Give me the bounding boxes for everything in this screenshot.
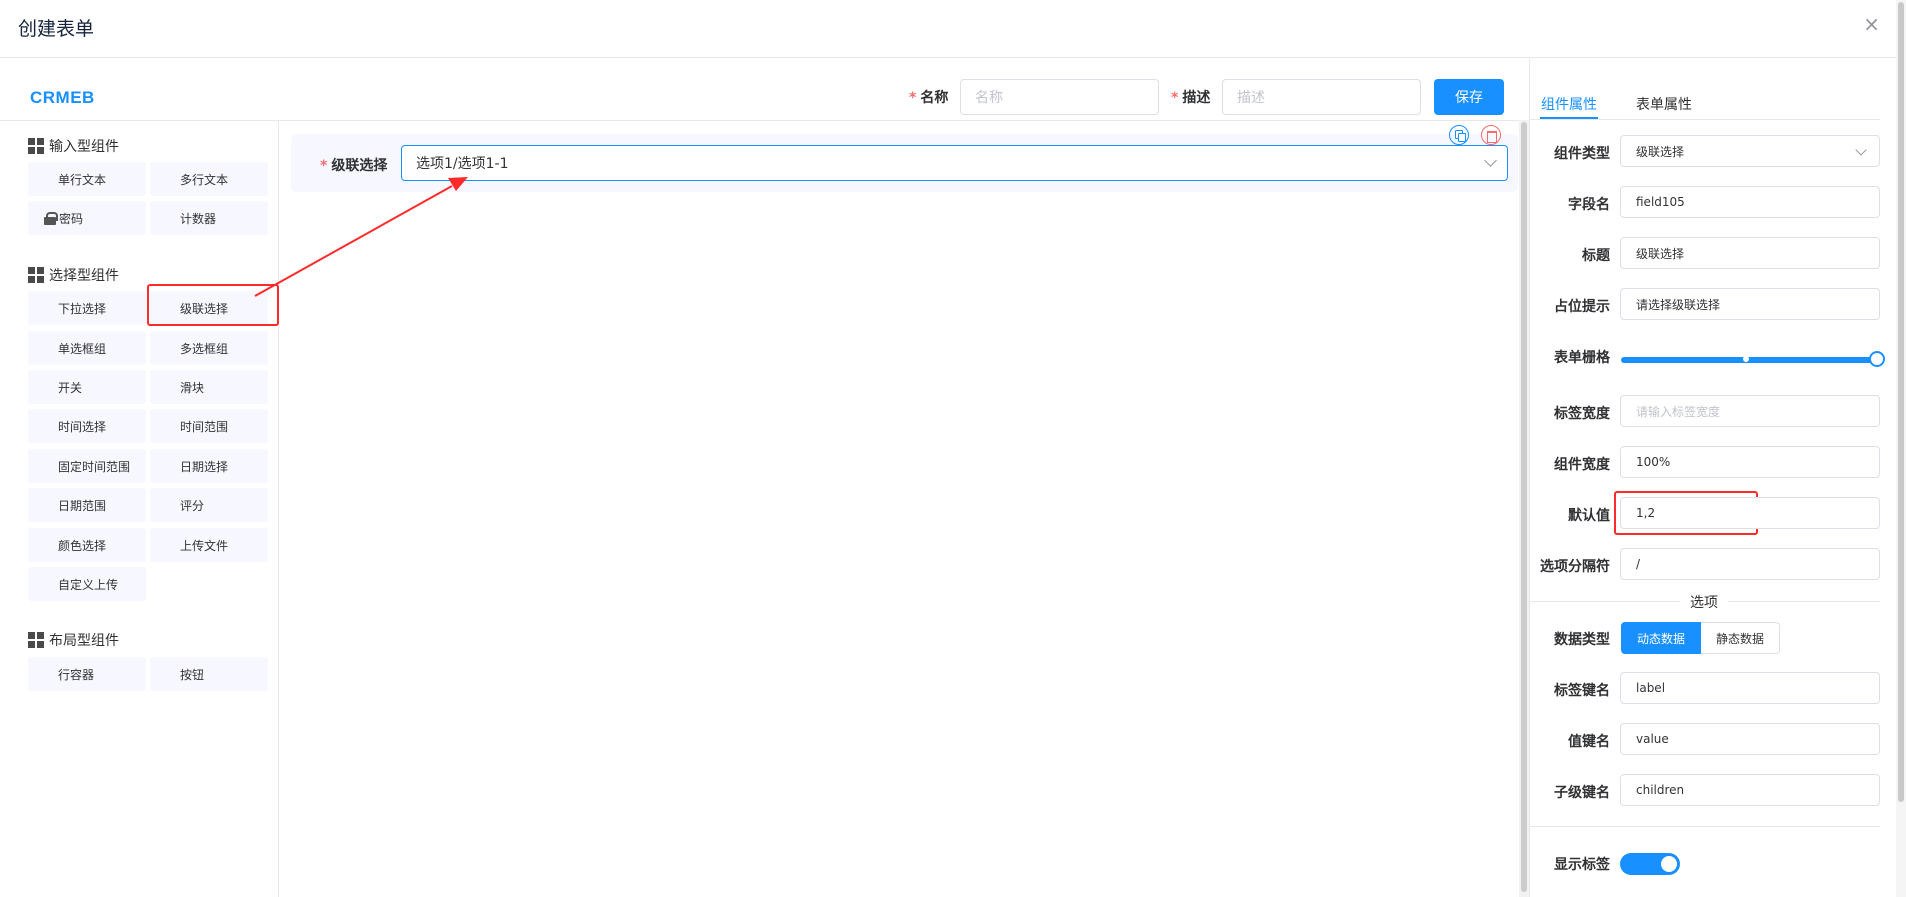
grid-slider-stop — [1743, 356, 1749, 362]
comp-rate[interactable]: 评分 — [150, 488, 268, 522]
name-label: * 名称 — [909, 87, 948, 107]
comp-radio-group[interactable]: 单选框组 — [28, 331, 146, 365]
page-scrollbar[interactable] — [1896, 0, 1906, 897]
prop-label-show-label: 显示标签 — [1554, 857, 1610, 873]
group-title-layout: 布局型组件 — [28, 630, 119, 650]
grid-icon — [28, 631, 45, 649]
comp-custom-upload[interactable]: 自定义上传 — [28, 567, 146, 601]
prop-label-children-key: 子级键名 — [1554, 785, 1610, 801]
prop-label-title: 标题 — [1582, 248, 1610, 264]
close-icon[interactable]: × — [1863, 12, 1880, 36]
delete-icon[interactable] — [1481, 125, 1501, 145]
required-mark: * — [1171, 90, 1179, 106]
options-section-title: 选项 — [1680, 592, 1728, 612]
show-label-toggle[interactable] — [1620, 853, 1680, 875]
component-type-select[interactable]: 级联选择 — [1620, 135, 1880, 167]
separator-input[interactable]: / — [1620, 548, 1880, 580]
group-title-label: 输入型组件 — [49, 139, 119, 155]
annotation-box-cascader — [147, 284, 279, 326]
lock-icon — [44, 212, 58, 225]
comp-time-picker[interactable]: 时间选择 — [28, 409, 146, 443]
tab-form-props[interactable]: 表单属性 — [1636, 94, 1692, 114]
prop-label-separator: 选项分隔符 — [1540, 559, 1610, 575]
grid-slider-track[interactable] — [1621, 357, 1879, 363]
prop-label-grid: 表单栅格 — [1554, 350, 1610, 366]
children-key-input[interactable]: children — [1620, 774, 1880, 806]
comp-button[interactable]: 按钮 — [150, 657, 268, 691]
canvas-field-label-text: 级联选择 — [331, 158, 388, 174]
comp-password[interactable]: 密码 — [28, 201, 146, 235]
cascader-value: 选项1/选项1-1 — [416, 156, 509, 172]
required-mark: * — [320, 158, 328, 174]
prop-label-component-width: 组件宽度 — [1554, 457, 1610, 473]
divider — [279, 120, 1529, 121]
prop-label-placeholder: 占位提示 — [1554, 299, 1610, 315]
comp-password-label: 密码 — [59, 211, 84, 226]
chevron-down-icon — [1855, 144, 1867, 156]
desc-label-text: 描述 — [1182, 90, 1211, 106]
prop-label-value-key: 值键名 — [1568, 734, 1610, 750]
comp-single-line-text[interactable]: 单行文本 — [28, 162, 146, 196]
comp-date-picker[interactable]: 日期选择 — [150, 449, 268, 483]
field-name-input[interactable]: field105 — [1620, 186, 1880, 218]
comp-multi-line-text[interactable]: 多行文本 — [150, 162, 268, 196]
prop-label-label-key: 标签键名 — [1554, 683, 1610, 699]
default-value-input[interactable]: 1,2 — [1620, 497, 1880, 529]
copy-icon[interactable] — [1449, 125, 1469, 145]
dialog-title: 创建表单 — [18, 18, 95, 40]
logo: CRMEB — [30, 88, 95, 107]
prop-label-data-type: 数据类型 — [1554, 632, 1610, 648]
required-mark: * — [909, 90, 917, 106]
component-width-input[interactable]: 100% — [1620, 446, 1880, 478]
toggle-knob — [1661, 856, 1677, 872]
comp-date-range[interactable]: 日期范围 — [28, 488, 146, 522]
prop-label-field-name: 字段名 — [1568, 197, 1610, 213]
comp-color-picker[interactable]: 颜色选择 — [28, 528, 146, 562]
data-type-dynamic-button[interactable]: 动态数据 — [1621, 622, 1701, 654]
name-input[interactable]: 名称 — [960, 79, 1159, 115]
data-type-static-button[interactable]: 静态数据 — [1701, 622, 1780, 654]
group-title-input: 输入型组件 — [28, 136, 119, 156]
active-tab-indicator — [1540, 117, 1598, 119]
chevron-down-icon — [1484, 154, 1497, 167]
comp-checkbox-group[interactable]: 多选框组 — [150, 331, 268, 365]
prop-label-component-type: 组件类型 — [1554, 146, 1610, 162]
comp-switch[interactable]: 开关 — [28, 370, 146, 404]
tab-divider — [1530, 119, 1880, 120]
title-input[interactable]: 级联选择 — [1620, 237, 1880, 269]
tab-component-props[interactable]: 组件属性 — [1541, 94, 1597, 114]
label-key-input[interactable]: label — [1620, 672, 1880, 704]
comp-row-container[interactable]: 行容器 — [28, 657, 146, 691]
comp-upload-file[interactable]: 上传文件 — [150, 528, 268, 562]
canvas-field-label: * 级联选择 — [320, 155, 387, 175]
label-width-input[interactable]: 请输入标签宽度 — [1620, 395, 1880, 427]
group-title-label: 布局型组件 — [49, 633, 119, 649]
placeholder-input[interactable]: 请选择级联选择 — [1620, 288, 1880, 320]
prop-label-label-width: 标签宽度 — [1554, 406, 1610, 422]
desc-input[interactable]: 描述 — [1222, 79, 1421, 115]
group-title-label: 选择型组件 — [49, 268, 119, 284]
page-scrollbar-thumb[interactable] — [1898, 2, 1904, 802]
value-key-input[interactable]: value — [1620, 723, 1880, 755]
save-button[interactable]: 保存 — [1434, 79, 1504, 115]
component-type-value: 级联选择 — [1636, 144, 1685, 159]
cascader-select[interactable]: 选项1/选项1-1 — [401, 145, 1508, 181]
comp-fixed-time-range[interactable]: 固定时间范围 — [28, 449, 146, 483]
comp-time-range[interactable]: 时间范围 — [150, 409, 268, 443]
desc-label: * 描述 — [1171, 87, 1210, 107]
grid-slider-handle[interactable] — [1869, 351, 1885, 367]
group-title-select: 选择型组件 — [28, 265, 119, 285]
comp-counter[interactable]: 计数器 — [150, 201, 268, 235]
comp-slider[interactable]: 滑块 — [150, 370, 268, 404]
grid-icon — [28, 137, 45, 155]
dialog-header: 创建表单 × — [0, 0, 1906, 58]
name-label-text: 名称 — [920, 90, 949, 106]
divider — [1530, 826, 1880, 827]
comp-dropdown[interactable]: 下拉选择 — [28, 291, 146, 325]
prop-label-default-value: 默认值 — [1568, 508, 1610, 524]
grid-icon — [28, 266, 45, 284]
